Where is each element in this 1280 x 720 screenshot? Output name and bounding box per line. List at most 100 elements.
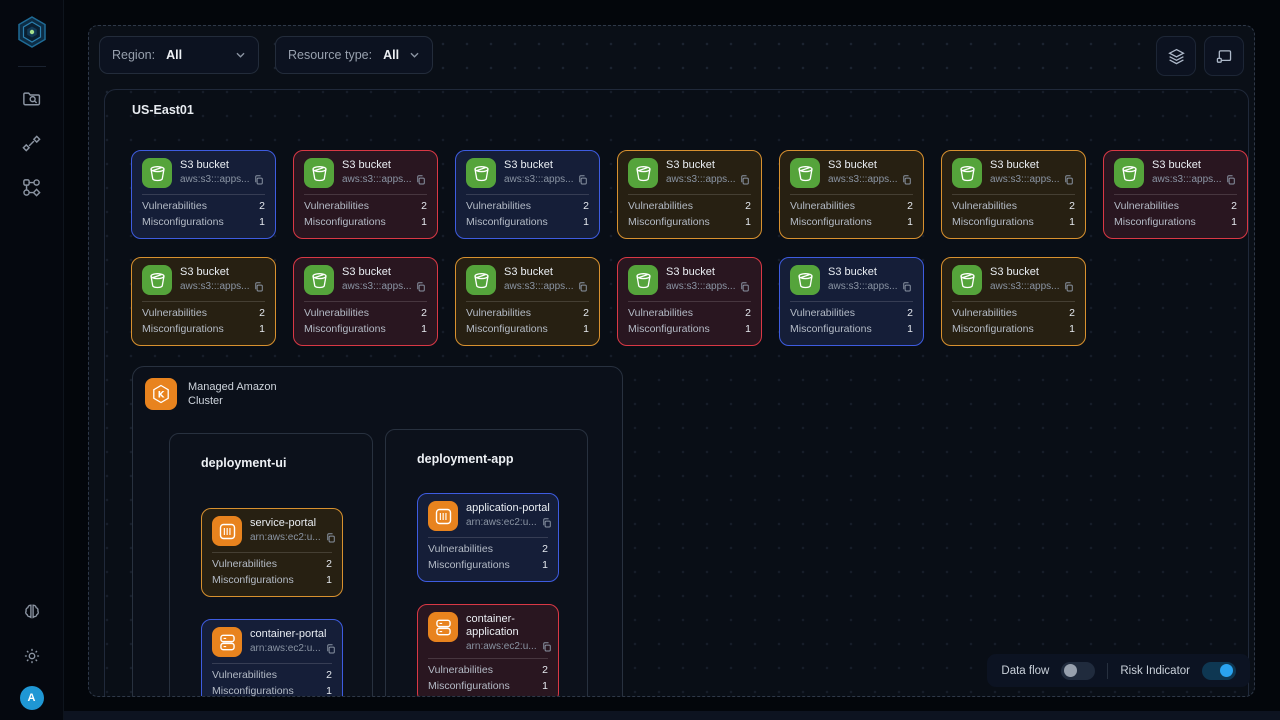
resource-card[interactable]: container-portal arn:aws:ec2:u... Vulner… [201,619,343,697]
card-divider [790,194,913,195]
copy-icon[interactable] [577,281,588,292]
copy-icon[interactable] [325,643,336,654]
card-header: S3 bucket aws:s3:::apps... [952,265,1075,295]
copy-icon[interactable] [253,174,264,185]
copy-icon[interactable] [541,641,552,652]
copy-icon[interactable] [541,517,552,528]
copy-icon[interactable] [739,174,750,185]
resource-card[interactable]: S3 bucket aws:s3:::apps... Vulnerabiliti… [1103,150,1248,239]
card-titles: S3 bucket aws:s3:::apps... [666,265,750,292]
copy-icon[interactable] [1225,174,1236,185]
resource-card[interactable]: S3 bucket aws:s3:::apps... Vulnerabiliti… [293,257,438,346]
card-divider [952,301,1075,302]
copy-icon[interactable] [1063,174,1074,185]
resource-arn: aws:s3:::apps... [504,174,573,185]
resource-card[interactable]: S3 bucket aws:s3:::apps... Vulnerabiliti… [779,257,924,346]
marquee-select-button[interactable] [1204,36,1244,76]
resource-arn: aws:s3:::apps... [828,174,897,185]
deployment-ui-group[interactable]: deployment-ui service-portal arn:aws:ec2… [169,433,373,697]
sidebar-item-asset-inventory[interactable] [14,81,50,117]
card-titles: S3 bucket aws:s3:::apps... [180,158,264,185]
app-logo[interactable] [12,12,52,52]
resource-title: S3 bucket [990,158,1074,172]
resource-title: S3 bucket [990,265,1074,279]
deployment-group-cards: application-portal arn:aws:ec2:u... Vuln… [417,493,559,697]
copy-icon[interactable] [325,532,336,543]
container-icon [212,627,242,657]
card-header: S3 bucket aws:s3:::apps... [790,265,913,295]
s3-card-row-1: S3 bucket aws:s3:::apps... Vulnerabiliti… [131,150,1248,239]
misconfigurations-row: Misconfigurations1 [790,322,913,338]
misconfigurations-row: Misconfigurations1 [628,322,751,338]
misconfigurations-row: Misconfigurations1 [428,679,548,695]
sidebar-divider [18,66,46,67]
topology-icon [21,177,42,198]
resource-card[interactable]: S3 bucket aws:s3:::apps... Vulnerabiliti… [293,150,438,239]
card-titles: S3 bucket aws:s3:::apps... [1152,158,1236,185]
resource-title: S3 bucket [1152,158,1236,172]
resource-type-filter-value: All [383,48,399,62]
deployment-app-group[interactable]: deployment-app application-portal arn:aw… [385,429,588,697]
region-filter-dropdown[interactable]: Region:All [99,36,259,74]
card-divider [142,194,265,195]
layers-icon [1167,47,1186,66]
card-titles: container-portal arn:aws:ec2:u... [250,627,336,654]
copy-icon[interactable] [1063,281,1074,292]
s3-bucket-icon [952,158,982,188]
card-header: service-portal arn:aws:ec2:u... [212,516,332,546]
resource-card[interactable]: container-application arn:aws:ec2:u... V… [417,604,559,697]
layers-button[interactable] [1156,36,1196,76]
risk-indicator-label: Risk Indicator [1120,665,1190,677]
card-divider [142,301,265,302]
card-titles: S3 bucket aws:s3:::apps... [180,265,264,292]
managed-amazon-cluster-group[interactable]: K Managed Amazon Cluster deployment-ui s… [132,366,623,697]
copy-icon[interactable] [901,174,912,185]
resource-card[interactable]: S3 bucket aws:s3:::apps... Vulnerabiliti… [779,150,924,239]
resource-arn: aws:s3:::apps... [828,281,897,292]
resource-card[interactable]: S3 bucket aws:s3:::apps... Vulnerabiliti… [455,150,600,239]
resource-card[interactable]: S3 bucket aws:s3:::apps... Vulnerabiliti… [617,150,762,239]
resource-card[interactable]: S3 bucket aws:s3:::apps... Vulnerabiliti… [131,150,276,239]
resource-title: S3 bucket [504,265,588,279]
resource-card[interactable]: application-portal arn:aws:ec2:u... Vuln… [417,493,559,582]
resource-card[interactable]: S3 bucket aws:s3:::apps... Vulnerabiliti… [131,257,276,346]
resource-title: S3 bucket [180,265,264,279]
resource-card[interactable]: S3 bucket aws:s3:::apps... Vulnerabiliti… [941,150,1086,239]
sidebar-item-attack-path[interactable] [14,125,50,161]
sidebar-item-settings[interactable] [14,638,50,674]
data-flow-toggle[interactable] [1061,662,1095,680]
misconfigurations-row: Misconfigurations1 [466,322,589,338]
card-titles: S3 bucket aws:s3:::apps... [828,265,912,292]
resource-card[interactable]: S3 bucket aws:s3:::apps... Vulnerabiliti… [455,257,600,346]
copy-icon[interactable] [415,281,426,292]
copy-icon[interactable] [253,281,264,292]
copy-icon[interactable] [739,281,750,292]
resource-title: S3 bucket [666,158,750,172]
card-divider [466,301,589,302]
card-divider [428,537,548,538]
toggle-knob [1220,664,1233,677]
resource-card[interactable]: S3 bucket aws:s3:::apps... Vulnerabiliti… [941,257,1086,346]
resource-title: container-portal [250,627,336,641]
card-titles: S3 bucket aws:s3:::apps... [990,158,1074,185]
card-titles: S3 bucket aws:s3:::apps... [828,158,912,185]
user-avatar[interactable]: A [20,686,44,710]
s3-bucket-icon [466,265,496,295]
vulnerabilities-row: Vulnerabilities2 [466,306,589,322]
resource-card[interactable]: service-portal arn:aws:ec2:u... Vulnerab… [201,508,343,597]
resource-arn: arn:aws:ec2:u... [250,532,321,543]
card-header: S3 bucket aws:s3:::apps... [952,158,1075,188]
resource-type-filter-dropdown[interactable]: Resource type:All [275,36,433,74]
sidebar-item-topology-map[interactable] [14,169,50,205]
resource-arn: arn:aws:ec2:u... [466,517,537,528]
s3-bucket-icon [628,158,658,188]
topology-canvas[interactable]: Region:All Resource type:All US-East01 [88,25,1255,697]
sidebar-item-ai-assist[interactable] [14,594,50,630]
region-filter-label: Region: [112,48,155,62]
copy-icon[interactable] [901,281,912,292]
copy-icon[interactable] [415,174,426,185]
region-group-us-east01[interactable]: US-East01 S3 bucket aws:s3:::apps... [104,89,1249,697]
risk-indicator-toggle[interactable] [1202,662,1236,680]
resource-card[interactable]: S3 bucket aws:s3:::apps... Vulnerabiliti… [617,257,762,346]
copy-icon[interactable] [577,174,588,185]
